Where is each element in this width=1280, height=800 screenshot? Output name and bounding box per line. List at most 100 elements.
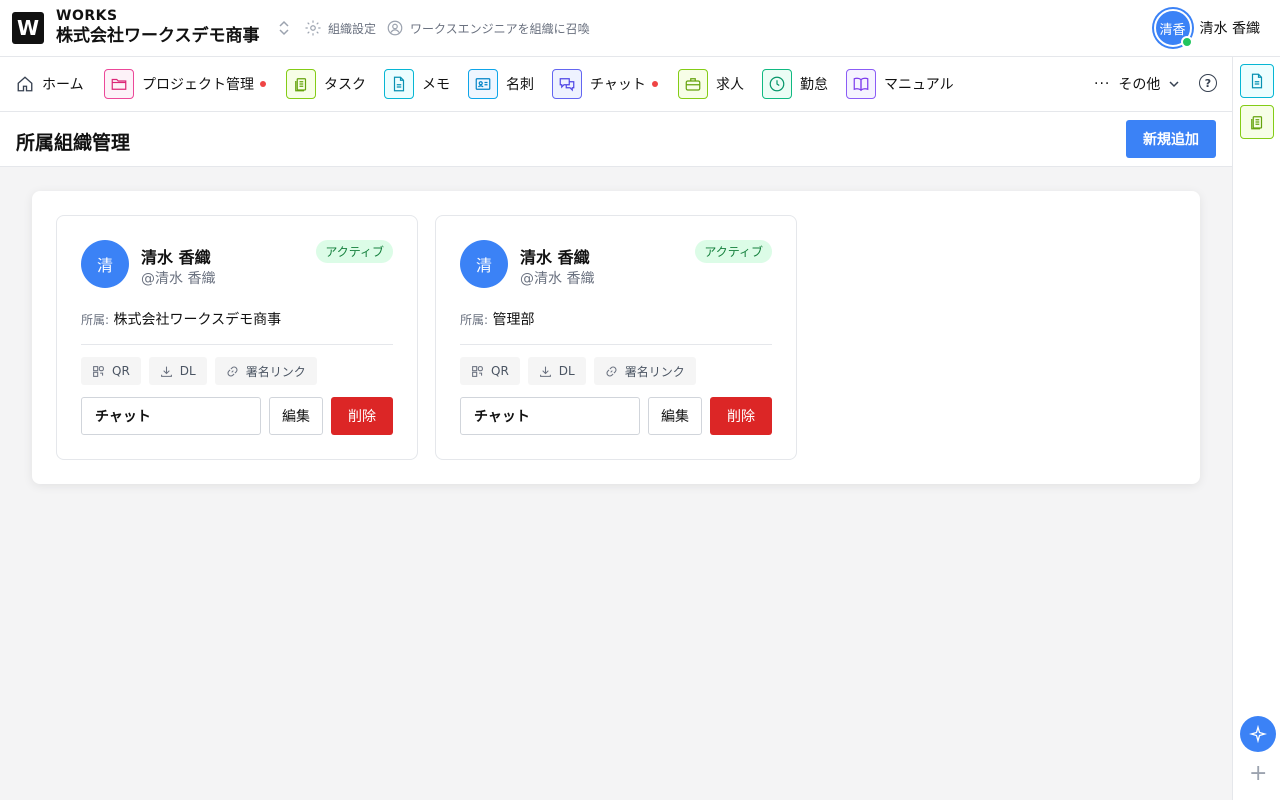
edit-button[interactable]: 編集 [269,397,323,435]
user-avatar-text: 清香 [1159,22,1186,38]
download-button[interactable]: DL [527,357,586,385]
notification-dot [260,81,266,87]
brand-top-label: WORKS [56,8,118,24]
chat-bubbles-icon [552,69,582,99]
nav-label: タスク [324,77,366,93]
nav-item-business-card[interactable]: 名刺 [468,68,534,100]
nav-item-project[interactable]: プロジェクト管理 [104,68,266,100]
divider [81,344,393,345]
notification-dot [651,81,658,87]
organization-list-panel: 清 清水 香織 @清水 香織 アクティブ 所属: 株式会社ワークスデモ商事 QR… [32,191,1200,484]
nav-item-home[interactable]: ホーム [16,68,84,100]
chat-button[interactable]: チャット [81,397,261,435]
sparkle-icon [1249,725,1267,743]
nav-item-memo[interactable]: メモ [384,68,450,100]
card-actions: チャット 編集 削除 [81,397,393,435]
divider [460,344,772,345]
rail-task-button[interactable] [1240,105,1274,139]
chat-button[interactable]: チャット [460,397,640,435]
chevron-down-icon [1169,81,1179,88]
id-card-icon [468,69,498,99]
qr-button[interactable]: QR [460,357,520,385]
signature-link-button[interactable]: 署名リンク [593,357,696,385]
more-label: その他 [1118,77,1161,93]
affiliation: 所属: 株式会社ワークスデモ商事 [81,309,281,329]
help-icon[interactable]: ? [1199,74,1217,92]
link-icon [227,365,238,377]
qr-code-icon [93,365,104,377]
invite-engineer-link[interactable]: ワークスエンジニアを組織に召喚 [386,19,590,37]
open-book-icon [846,69,876,99]
signature-link-button[interactable]: 署名リンク [214,357,317,385]
affiliation: 所属: 管理部 [460,309,535,329]
document-icon [1251,73,1263,89]
nav-item-attendance[interactable]: 勤怠 [762,68,828,100]
dl-label: DL [179,364,196,378]
top-header: W WORKS 株式会社ワークスデモ商事 組織設定 ワークスエンジニアを組織に召… [0,0,1280,57]
nav-label: ホーム [42,77,84,93]
qr-label: QR [112,364,130,378]
home-icon [17,76,33,92]
brand-block[interactable]: WORKS 株式会社ワークスデモ商事 [56,7,260,47]
online-status-dot [1180,36,1193,48]
signature-link-label: 署名リンク [245,364,306,379]
plus-icon[interactable]: + [1249,763,1267,785]
rail-memo-button[interactable] [1240,64,1274,98]
dl-label: DL [558,364,575,378]
member-handle: @清水 香織 [520,271,595,287]
nav-label: 勤怠 [800,77,828,93]
document-icon [384,69,414,99]
qr-button[interactable]: QR [81,357,141,385]
member-handle: @清水 香織 [141,271,216,287]
member-name: 清水 香織 [141,248,211,267]
nav-item-manual[interactable]: マニュアル [846,68,954,100]
briefcase-icon [678,69,708,99]
user-avatar: 清香 [1153,9,1193,48]
share-actions: QR DL 署名リンク [460,357,696,385]
page-header: 所属組織管理 新規追加 [0,112,1232,167]
nav-label: メモ [422,77,450,93]
clipboard-icon [286,69,316,99]
user-circle-icon [387,20,403,36]
member-avatar: 清 [460,240,508,288]
edit-button[interactable]: 編集 [648,397,702,435]
qr-code-icon [472,365,483,377]
organization-card: 清 清水 香織 @清水 香織 アクティブ 所属: 株式会社ワークスデモ商事 QR… [56,215,418,460]
clipboard-icon [1251,116,1263,130]
share-actions: QR DL 署名リンク [81,357,317,385]
org-settings-label: 組織設定 [328,21,377,36]
ai-assistant-button[interactable] [1240,716,1276,752]
nav-label: マニュアル [884,77,954,93]
status-badge: アクティブ [316,240,393,263]
org-settings-link[interactable]: 組織設定 [304,19,376,37]
works-logo[interactable]: W [12,12,44,44]
affiliation-label: 所属: [460,313,489,327]
download-icon [539,366,551,377]
folder-icon [104,69,134,99]
nav-label: 求人 [716,77,744,93]
clock-icon [762,69,792,99]
nav-item-jobs[interactable]: 求人 [678,68,744,100]
delete-button[interactable]: 削除 [331,397,393,435]
user-menu[interactable]: 清香 清水 香織 [1153,9,1260,48]
main-nav: ホーム プロジェクト管理 タスク メモ 名刺 チャット 求人 勤怠 マニュアル … [0,57,1232,112]
ellipsis-icon: ··· [1094,76,1111,92]
member-name: 清水 香織 [520,248,590,267]
org-switcher-icon[interactable] [277,19,291,37]
qr-label: QR [491,364,509,378]
download-icon [160,366,172,377]
page-title: 所属組織管理 [16,132,131,154]
gear-icon [305,20,321,36]
download-button[interactable]: DL [148,357,207,385]
delete-button[interactable]: 削除 [710,397,772,435]
link-icon [606,365,617,377]
user-name: 清水 香織 [1199,21,1260,37]
add-new-button[interactable]: 新規追加 [1126,120,1216,158]
nav-item-chat[interactable]: チャット [552,68,658,100]
organization-card: 清 清水 香織 @清水 香織 アクティブ 所属: 管理部 QR DL 署名リンク… [435,215,797,460]
nav-item-task[interactable]: タスク [286,68,366,100]
right-rail: + [1232,57,1280,800]
nav-label: プロジェクト管理 [142,77,254,93]
nav-more-dropdown[interactable]: ··· その他 [1094,68,1180,100]
nav-label: 名刺 [506,77,534,93]
